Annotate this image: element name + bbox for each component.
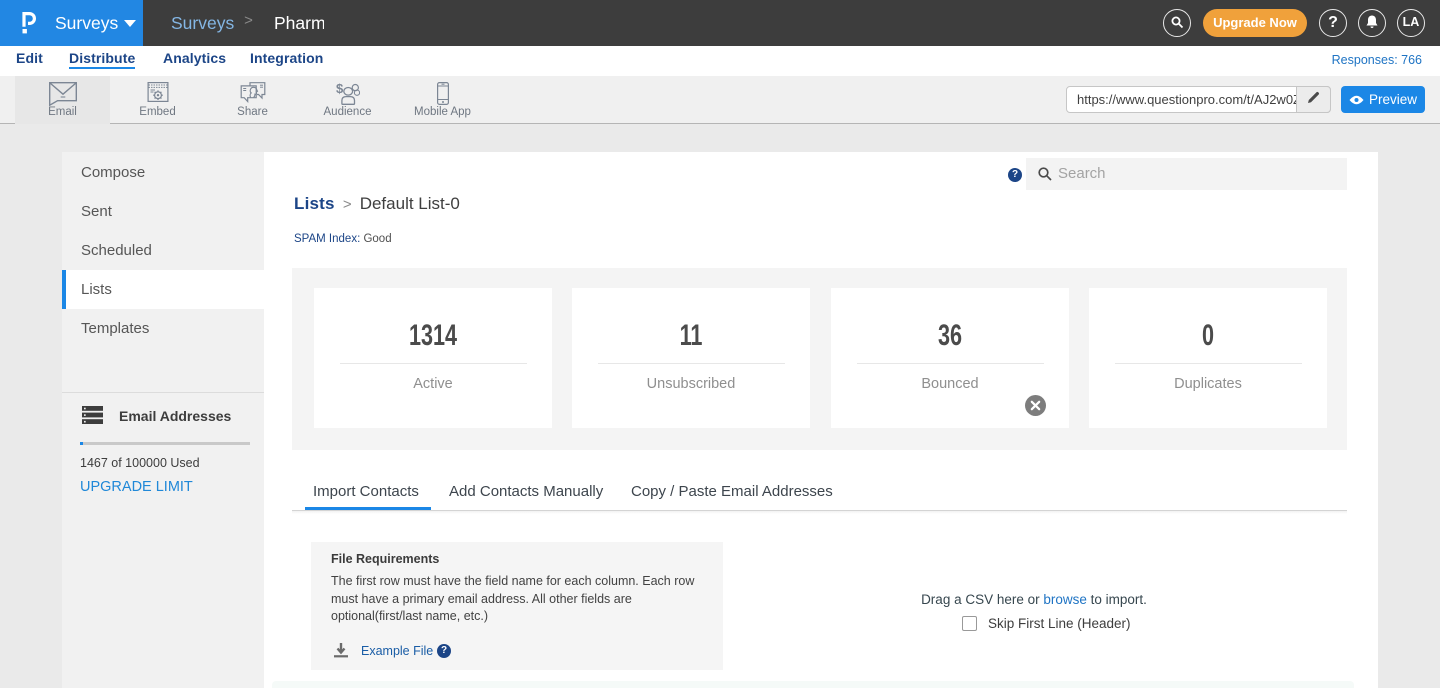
svg-text:$: $ <box>336 82 344 96</box>
